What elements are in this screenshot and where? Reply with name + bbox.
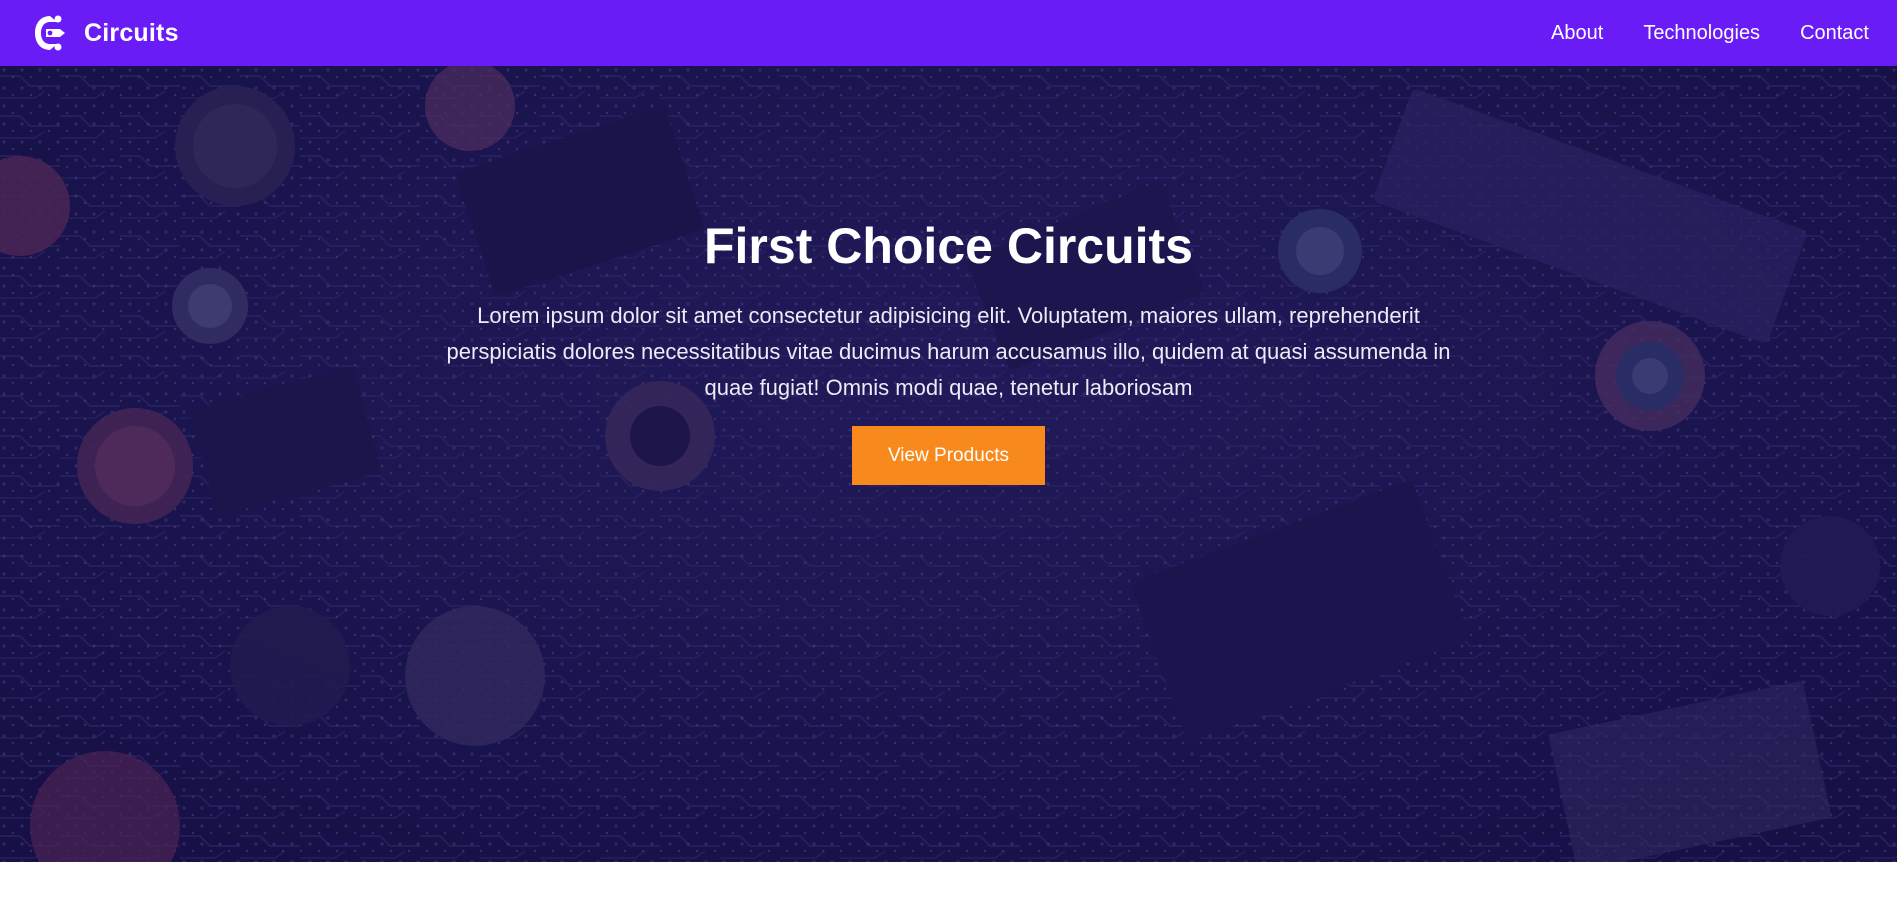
brand-name: Circuits	[84, 18, 179, 47]
hero-description: Lorem ipsum dolor sit amet consectetur a…	[446, 303, 1451, 400]
hero-section: First Choice Circuits Lorem ipsum dolor …	[0, 66, 1897, 862]
nav-link-technologies[interactable]: Technologies	[1643, 22, 1760, 45]
circuits-logo-icon	[35, 15, 65, 51]
nav-links: About Technologies Contact	[1551, 22, 1869, 45]
below-hero-section	[0, 862, 1897, 922]
view-products-button[interactable]: View Products	[852, 426, 1045, 485]
nav-link-contact[interactable]: Contact	[1800, 22, 1869, 45]
hero-title: First Choice Circuits	[704, 218, 1193, 274]
nav-link-about[interactable]: About	[1551, 22, 1603, 45]
navbar: Circuits About Technologies Contact	[0, 0, 1897, 66]
brand-link[interactable]: Circuits	[32, 13, 179, 53]
hero-content: First Choice Circuits Lorem ipsum dolor …	[0, 216, 1897, 485]
